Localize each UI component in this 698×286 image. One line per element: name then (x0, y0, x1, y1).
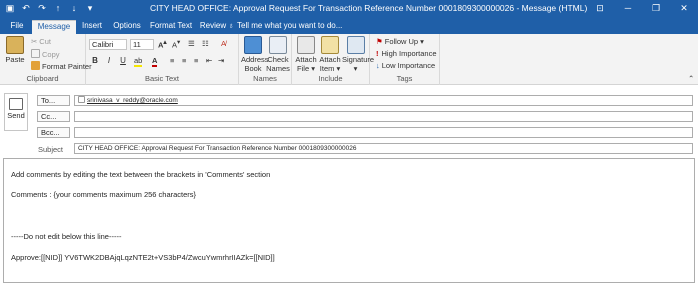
clear-formatting-icon[interactable]: A̸ (221, 39, 226, 48)
signature-button[interactable]: Signature ▾ (342, 36, 374, 73)
customize-qat-icon[interactable]: ▾ (84, 2, 96, 14)
bcc-field[interactable] (74, 127, 693, 138)
tab-file[interactable]: File (4, 20, 30, 34)
to-recipient[interactable]: srinivasa_v_reddy@oracle.com (87, 97, 178, 104)
low-importance-button[interactable]: ↓ Low Importance (376, 61, 435, 70)
window-controls: ⊡ ─ ❐ ✕ (586, 0, 698, 17)
names-label: Names (253, 74, 277, 83)
address-book-icon (244, 36, 262, 54)
cc-field[interactable] (74, 111, 693, 122)
paste-button[interactable]: Paste (2, 36, 28, 64)
basic-text-label: Basic Text (144, 74, 180, 83)
cc-button[interactable]: Cc... (37, 111, 70, 122)
highlight-icon[interactable]: ab (134, 56, 143, 67)
down-arrow-icon[interactable]: ↓ (68, 2, 80, 14)
to-button[interactable]: To... (37, 95, 70, 106)
to-field[interactable]: srinivasa_v_reddy@oracle.com (74, 95, 693, 106)
align-center-icon[interactable]: ≡ (182, 56, 186, 65)
shrink-font-icon[interactable]: A▾ (172, 39, 180, 50)
check-names-icon (269, 36, 287, 54)
tab-insert[interactable]: Insert (78, 20, 106, 34)
send-button[interactable]: Send (4, 93, 28, 131)
bcc-button[interactable]: Bcc... (37, 127, 70, 138)
subject-label: Subject (38, 145, 64, 154)
copy-button[interactable]: Copy (31, 49, 60, 59)
tab-message[interactable]: Message (32, 20, 76, 34)
basic-text-group: Calibri 11 A▴ A▾ ☰ ☷ A̸ B I U ab A ≡ ≡ ≡… (86, 34, 239, 85)
font-size-combo[interactable]: 11 (130, 39, 154, 50)
italic-button[interactable]: I (103, 56, 115, 65)
paste-icon (6, 36, 24, 54)
attach-item-button[interactable]: Attach Item ▾ (318, 36, 342, 73)
paintbrush-icon (31, 61, 40, 70)
underline-button[interactable]: U (117, 56, 129, 65)
tags-group: ⚑ Follow Up ▾ ! High Importance ↓ Low Impor… (370, 34, 440, 85)
align-left-icon[interactable]: ≡ (170, 56, 174, 65)
clipboard-label: Clipboard (26, 74, 59, 83)
font-color-icon[interactable]: A (152, 56, 158, 67)
tab-review[interactable]: Review (198, 20, 228, 34)
increase-indent-icon[interactable]: ⇥ (218, 56, 224, 65)
paperclip-icon (297, 36, 315, 54)
minimize-button[interactable]: ─ (614, 0, 642, 17)
grow-font-icon[interactable]: A▴ (158, 39, 167, 50)
message-body[interactable]: Add comments by editing the text between… (3, 158, 695, 283)
follow-up-button[interactable]: ⚑ Follow Up ▾ (376, 37, 424, 46)
include-group: Attach File ▾ Attach Item ▾ Signature ▾ … (292, 34, 374, 85)
subject-field[interactable]: CITY HEAD OFFICE: Approval Request For T… (74, 143, 693, 154)
envelope-icon (321, 36, 339, 54)
ribbon-tabs: File Message Insert Options Format Text … (0, 17, 698, 34)
attach-file-button[interactable]: Attach File ▾ (294, 36, 318, 73)
contact-icon (78, 96, 85, 103)
up-arrow-icon[interactable]: ↑ (52, 2, 64, 14)
ribbon-display-options-icon[interactable]: ⊡ (586, 0, 614, 17)
window-title: CITY HEAD OFFICE: Approval Request For T… (150, 3, 588, 13)
body-comments-line: Comments : {your comments maximum 256 ch… (11, 190, 197, 199)
send-icon (9, 98, 23, 110)
align-right-icon[interactable]: ≡ (194, 56, 198, 65)
quick-access-toolbar: ▣ ↶ ↷ ↑ ↓ ▾ (4, 2, 96, 14)
names-group: Address Book Check Names Names (239, 34, 292, 85)
tell-me-text: Tell me what you want to do... (237, 21, 343, 30)
address-book-button[interactable]: Address Book (241, 36, 269, 73)
close-button[interactable]: ✕ (670, 0, 698, 17)
redo-icon[interactable]: ↷ (36, 2, 48, 14)
collapse-ribbon-icon[interactable]: ⌃ (688, 74, 694, 83)
body-instruction-line: Add comments by editing the text between… (11, 170, 271, 179)
flag-icon: ⚑ (376, 37, 383, 46)
body-approve-line: Approve:[[NID]] YV6TWK2DBAjqLqzNTE2t+VS3… (11, 253, 275, 262)
check-names-button[interactable]: Check Names (266, 36, 290, 73)
high-importance-button[interactable]: ! High Importance (376, 49, 437, 58)
tell-me-box[interactable]: ♁ Tell me what you want to do... (228, 21, 342, 30)
scissors-icon: ✂ (31, 37, 38, 46)
body-separator-line: -----Do not edit below this line----- (11, 232, 122, 241)
bullets-icon[interactable]: ☰ (188, 39, 195, 48)
tab-format-text[interactable]: Format Text (148, 20, 194, 34)
title-bar: ▣ ↶ ↷ ↑ ↓ ▾ CITY HEAD OFFICE: Approval R… (0, 0, 698, 17)
tags-label: Tags (396, 74, 413, 83)
decrease-indent-icon[interactable]: ⇤ (206, 56, 212, 65)
format-painter-button[interactable]: Format Painter (31, 61, 92, 71)
lightbulb-icon: ♁ (228, 21, 234, 30)
numbering-icon[interactable]: ☷ (202, 39, 209, 48)
save-icon[interactable]: ▣ (4, 2, 16, 14)
undo-icon[interactable]: ↶ (20, 2, 32, 14)
clipboard-group: Paste ✂ Cut Copy Format Painter Clipboard (0, 34, 92, 85)
tab-options[interactable]: Options (110, 20, 144, 34)
include-label: Include (318, 74, 343, 83)
cut-button[interactable]: ✂ Cut (31, 37, 51, 46)
exclamation-icon: ! (376, 49, 379, 58)
bold-button[interactable]: B (89, 56, 101, 65)
signature-icon (346, 36, 365, 54)
down-arrow-icon: ↓ (376, 61, 380, 70)
ribbon: Paste ✂ Cut Copy Format Painter Clipboard… (0, 34, 698, 85)
copy-icon (31, 49, 40, 58)
maximize-button[interactable]: ❐ (642, 0, 670, 17)
font-name-combo[interactable]: Calibri (89, 39, 127, 50)
